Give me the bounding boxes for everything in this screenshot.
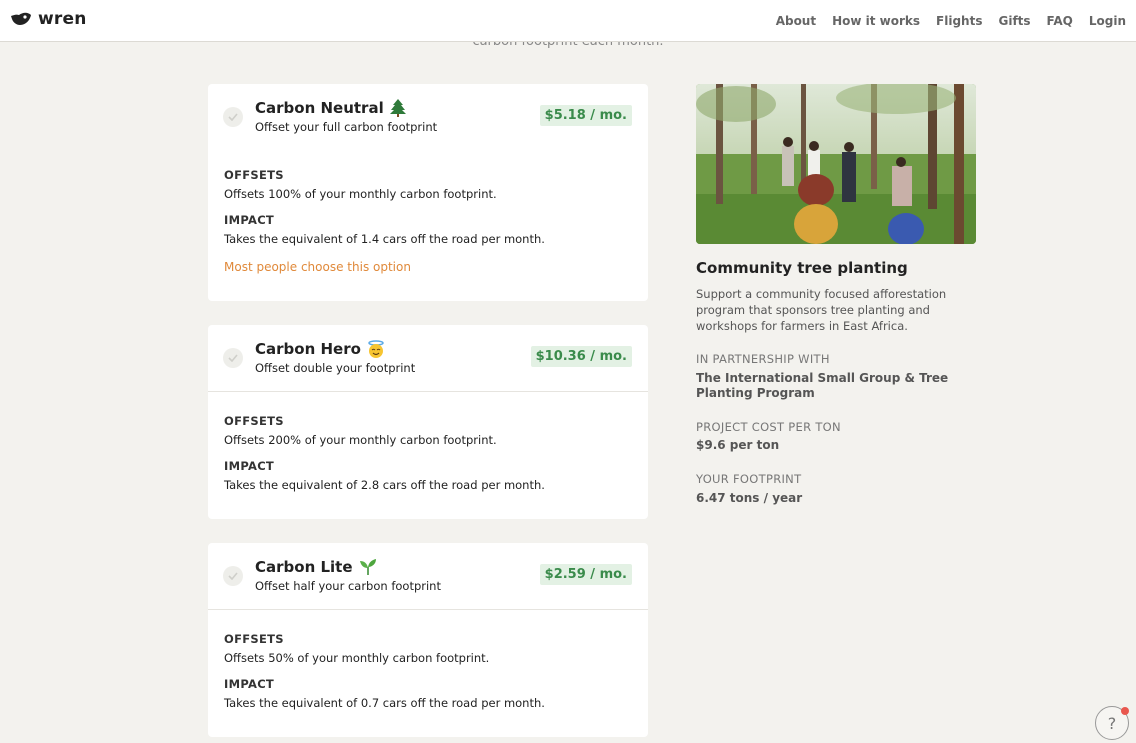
plan-header: Carbon Neutral Offset your full carbon f… [208, 84, 648, 150]
impact-title: IMPACT [224, 459, 275, 473]
nav-how-it-works[interactable]: How it works [832, 14, 920, 28]
plan-name: Carbon Neutral [255, 99, 406, 117]
check-icon[interactable] [223, 566, 243, 586]
plan-name: Carbon Lite [255, 558, 377, 576]
impact-title: IMPACT [224, 213, 275, 227]
plan-subtitle: Offset half your carbon footprint [255, 579, 441, 593]
offsets-title: OFFSETS [224, 168, 284, 182]
plan-details: OFFSETS Offsets 200% of your monthly car… [208, 392, 648, 492]
plan-name: Carbon Hero [255, 340, 385, 358]
halo-face-icon [367, 340, 385, 358]
plan-price: $2.59 / mo. [539, 564, 632, 585]
help-icon: ? [1107, 713, 1117, 733]
plan-card-carbon-hero[interactable]: Carbon Hero Offset double your footprint… [208, 325, 648, 519]
footprint-label: YOUR FOOTPRINT [696, 472, 802, 486]
check-icon[interactable] [223, 348, 243, 368]
nav-login[interactable]: Login [1089, 14, 1126, 28]
impact-text: Takes the equivalent of 1.4 cars off the… [224, 232, 545, 246]
project-description: Support a community focused afforestatio… [696, 287, 947, 333]
tree-icon [389, 99, 406, 117]
impact-title: IMPACT [224, 677, 275, 691]
plan-name-text: Carbon Lite [255, 558, 353, 576]
project-title: Community tree planting [696, 259, 908, 277]
nav-faq[interactable]: FAQ [1047, 14, 1073, 28]
plan-subtitle: Offset double your footprint [255, 361, 416, 375]
bird-icon [11, 12, 31, 25]
plan-name-text: Carbon Neutral [255, 99, 384, 117]
plan-price: $10.36 / mo. [530, 346, 632, 367]
plan-name-text: Carbon Hero [255, 340, 361, 358]
notification-dot [1121, 707, 1129, 715]
top-nav-bar: wren About How it works Flights Gifts FA… [0, 0, 1136, 42]
nav-flights[interactable]: Flights [936, 14, 982, 28]
popular-note: Most people choose this option [224, 260, 411, 274]
plan-subtitle: Offset your full carbon footprint [255, 120, 438, 134]
seedling-icon [359, 558, 377, 576]
impact-text: Takes the equivalent of 0.7 cars off the… [224, 696, 545, 710]
plan-details: OFFSETS Offsets 50% of your monthly carb… [208, 610, 648, 710]
main-nav: About How it works Flights Gifts FAQ Log… [760, 0, 1126, 42]
wren-logo[interactable]: wren [10, 8, 87, 30]
plan-price: $5.18 / mo. [539, 105, 632, 126]
offsets-title: OFFSETS [224, 632, 284, 646]
nav-about[interactable]: About [776, 14, 816, 28]
cost-value: $9.6 per ton [696, 438, 780, 452]
project-photo [696, 84, 976, 244]
cost-label: PROJECT COST PER TON [696, 420, 841, 434]
offsets-title: OFFSETS [224, 414, 284, 428]
partnership-label: IN PARTNERSHIP WITH [696, 352, 830, 366]
plan-header: Carbon Hero Offset double your footprint… [208, 325, 648, 392]
offsets-text: Offsets 50% of your monthly carbon footp… [224, 651, 490, 665]
plan-details: OFFSETS Offsets 100% of your monthly car… [208, 168, 648, 274]
check-icon[interactable] [223, 107, 243, 127]
plan-card-carbon-neutral[interactable]: Carbon Neutral Offset your full carbon f… [208, 84, 648, 301]
nav-gifts[interactable]: Gifts [998, 14, 1030, 28]
plan-card-carbon-lite[interactable]: Carbon Lite Offset half your carbon foot… [208, 543, 648, 737]
plan-header: Carbon Lite Offset half your carbon foot… [208, 543, 648, 610]
offsets-text: Offsets 200% of your monthly carbon foot… [224, 433, 497, 447]
footprint-value: 6.47 tons / year [696, 491, 803, 505]
logo-text: wren [38, 9, 87, 29]
offsets-text: Offsets 100% of your monthly carbon foot… [224, 187, 497, 201]
impact-text: Takes the equivalent of 2.8 cars off the… [224, 478, 545, 492]
partnership-value: The International Small Group & Tree Pla… [696, 371, 949, 400]
